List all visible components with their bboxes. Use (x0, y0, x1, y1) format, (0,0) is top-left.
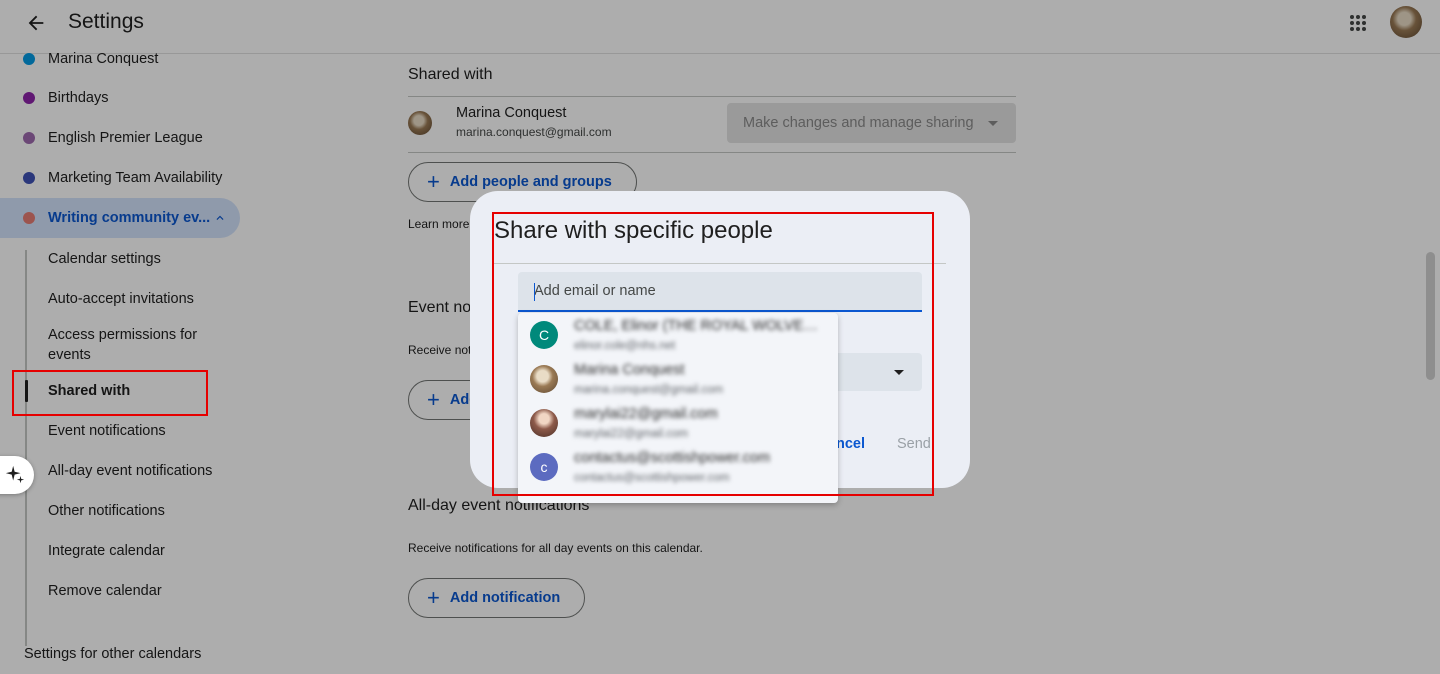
page-scrollbar[interactable] (1426, 252, 1435, 380)
highlight-box-shared-with (12, 370, 208, 416)
sparkle-icon (5, 465, 25, 484)
highlight-box-dialog (492, 212, 934, 496)
